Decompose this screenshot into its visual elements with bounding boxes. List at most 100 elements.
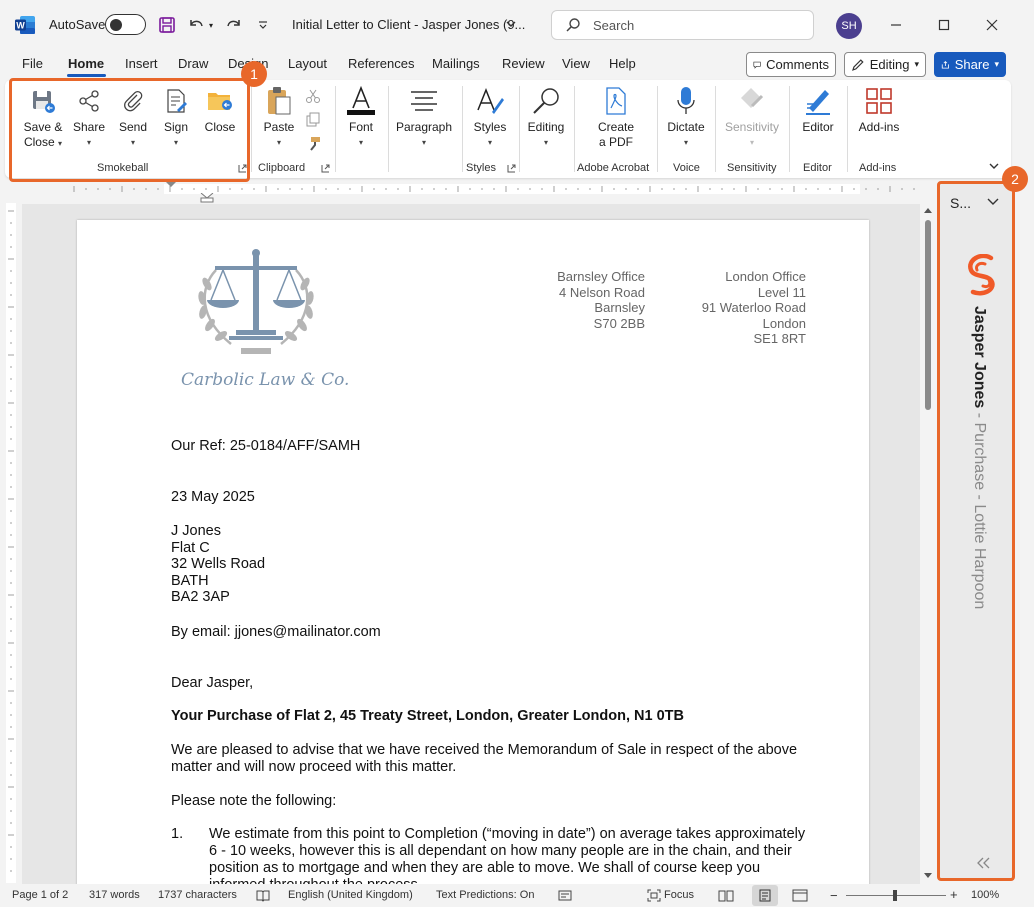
list-item-line: position as to mortgage and when they ar… bbox=[209, 860, 761, 876]
print-layout-icon[interactable] bbox=[758, 889, 772, 902]
tab-home[interactable]: Home bbox=[68, 56, 104, 71]
word-app-icon: W bbox=[14, 15, 36, 35]
share-icon bbox=[941, 60, 949, 69]
tab-file[interactable]: File bbox=[22, 56, 43, 71]
zoom-out-icon[interactable]: − bbox=[830, 888, 838, 903]
paste-button[interactable]: Paste ▾ bbox=[259, 86, 299, 150]
annotation-badge-1: 1 bbox=[241, 61, 267, 87]
paragraph-button[interactable]: Paragraph ▾ bbox=[393, 86, 455, 150]
voice-group-label: Voice bbox=[673, 162, 700, 174]
list-item-completion-estimate: We estimate from this point to Completio… bbox=[209, 826, 829, 885]
ribbon-collapse-chevron-icon[interactable] bbox=[988, 160, 1000, 172]
redo-icon[interactable] bbox=[224, 15, 244, 35]
format-painter-icon[interactable] bbox=[305, 136, 321, 152]
undo-icon[interactable] bbox=[186, 15, 206, 35]
dictate-button[interactable]: Dictate ▾ bbox=[663, 86, 709, 150]
group-separator bbox=[251, 86, 252, 172]
indent-marker-icon[interactable] bbox=[200, 193, 214, 203]
page-count[interactable]: Page 1 of 2 bbox=[12, 889, 68, 901]
styles-button[interactable]: Styles ▾ bbox=[469, 86, 511, 150]
save-icon[interactable] bbox=[157, 15, 177, 35]
chevron-down-icon: ▾ bbox=[421, 138, 426, 147]
character-count[interactable]: 1737 characters bbox=[158, 889, 237, 901]
maximize-icon[interactable] bbox=[933, 14, 955, 36]
editor-pen-icon bbox=[795, 86, 841, 116]
search-box[interactable]: Search bbox=[551, 10, 814, 40]
tab-mailings[interactable]: Mailings bbox=[432, 56, 480, 71]
tab-references[interactable]: References bbox=[348, 56, 414, 71]
font-color-icon bbox=[341, 86, 381, 116]
tab-insert[interactable]: Insert bbox=[125, 56, 158, 71]
create-pdf-label-2: a PDF bbox=[598, 135, 633, 149]
acrobat-group-label: Adobe Acrobat bbox=[577, 162, 650, 174]
search-icon bbox=[566, 18, 580, 32]
word-count[interactable]: 317 words bbox=[89, 889, 140, 901]
accessibility-icon[interactable] bbox=[558, 889, 572, 902]
focus-icon[interactable] bbox=[647, 889, 661, 902]
tab-layout[interactable]: Layout bbox=[288, 56, 327, 71]
undo-dropdown-icon[interactable]: ▾ bbox=[206, 15, 216, 35]
editing-mode-button[interactable]: Editing ▾ bbox=[844, 52, 926, 77]
scroll-down-icon[interactable] bbox=[923, 872, 933, 880]
chevron-down-icon: ▾ bbox=[914, 59, 919, 69]
letter-date: 23 May 2025 bbox=[171, 489, 255, 505]
tab-help[interactable]: Help bbox=[609, 56, 636, 71]
address-line: 32 Wells Road bbox=[171, 556, 266, 572]
proofing-book-icon[interactable] bbox=[256, 889, 270, 902]
autosave-toggle[interactable] bbox=[105, 14, 146, 35]
chevron-down-icon: ▾ bbox=[487, 138, 492, 147]
law-firm-logo-text: Carbolic Law & Co. bbox=[181, 370, 350, 390]
law-firm-logo-scales-icon bbox=[198, 249, 314, 354]
tab-draw[interactable]: Draw bbox=[178, 56, 208, 71]
horizontal-ruler[interactable] bbox=[70, 182, 922, 196]
text-predictions[interactable]: Text Predictions: On bbox=[436, 889, 534, 901]
language[interactable]: English (United Kingdom) bbox=[288, 889, 413, 901]
active-tab-indicator bbox=[67, 74, 106, 77]
font-button[interactable]: Font ▾ bbox=[341, 86, 381, 150]
scroll-up-icon[interactable] bbox=[923, 206, 933, 214]
close-window-icon[interactable] bbox=[981, 14, 1003, 36]
cut-icon[interactable] bbox=[305, 88, 321, 104]
office-line: Barnsley bbox=[594, 300, 645, 315]
copy-icon[interactable] bbox=[305, 112, 321, 128]
group-separator bbox=[462, 86, 463, 172]
title-chevron-down-icon[interactable] bbox=[505, 17, 517, 35]
styles-icon bbox=[469, 86, 511, 116]
document-canvas[interactable]: Carbolic Law & Co. Barnsley Office 4 Nel… bbox=[22, 204, 920, 885]
paste-icon bbox=[259, 86, 299, 116]
search-placeholder: Search bbox=[593, 18, 635, 33]
dialog-launcher-icon[interactable] bbox=[507, 164, 516, 173]
chevron-down-icon: ▾ bbox=[994, 59, 999, 69]
status-bar: Page 1 of 2 317 words 1737 characters En… bbox=[0, 884, 1034, 907]
styles-label: Styles bbox=[473, 120, 507, 134]
avatar[interactable]: SH bbox=[836, 13, 862, 39]
add-ins-button[interactable]: Add-ins bbox=[855, 86, 903, 135]
sensitivity-button[interactable]: Sensitivity ▾ bbox=[721, 86, 783, 150]
toggle-knob bbox=[110, 18, 122, 31]
tab-view[interactable]: View bbox=[562, 56, 590, 71]
zoom-in-icon[interactable]: + bbox=[950, 887, 958, 902]
tab-review[interactable]: Review bbox=[502, 56, 545, 71]
read-mode-icon[interactable] bbox=[718, 889, 734, 902]
zoom-level[interactable]: 100% bbox=[971, 889, 999, 901]
comments-button[interactable]: Comments bbox=[746, 52, 836, 77]
minimize-icon[interactable] bbox=[885, 14, 907, 36]
recipient-address: J Jones Flat C 32 Wells Road BATH BA2 3A… bbox=[171, 523, 265, 606]
comments-label: Comments bbox=[766, 57, 829, 72]
zoom-slider-thumb[interactable] bbox=[893, 890, 897, 901]
vertical-ruler[interactable] bbox=[4, 203, 18, 883]
share-button[interactable]: Share ▾ bbox=[934, 52, 1006, 77]
scrollbar-thumb[interactable] bbox=[925, 220, 931, 410]
document-scrollbar[interactable] bbox=[920, 204, 936, 885]
paragraph-line: We are pleased to advise that we have re… bbox=[171, 742, 798, 758]
dialog-launcher-icon[interactable] bbox=[321, 164, 330, 173]
focus-mode[interactable]: Focus bbox=[664, 889, 694, 901]
document-title[interactable]: Initial Letter to Client - Jasper Jones … bbox=[292, 17, 525, 32]
web-layout-icon[interactable] bbox=[792, 889, 808, 902]
editor-button[interactable]: Editor bbox=[795, 86, 841, 135]
document-page[interactable]: Carbolic Law & Co. Barnsley Office 4 Nel… bbox=[77, 220, 869, 885]
customize-toolbar-icon[interactable] bbox=[253, 15, 273, 35]
create-pdf-button[interactable]: Create a PDF bbox=[591, 86, 641, 150]
editing-button[interactable]: Editing ▾ bbox=[523, 86, 569, 150]
address-line: BA2 3AP bbox=[171, 589, 230, 605]
